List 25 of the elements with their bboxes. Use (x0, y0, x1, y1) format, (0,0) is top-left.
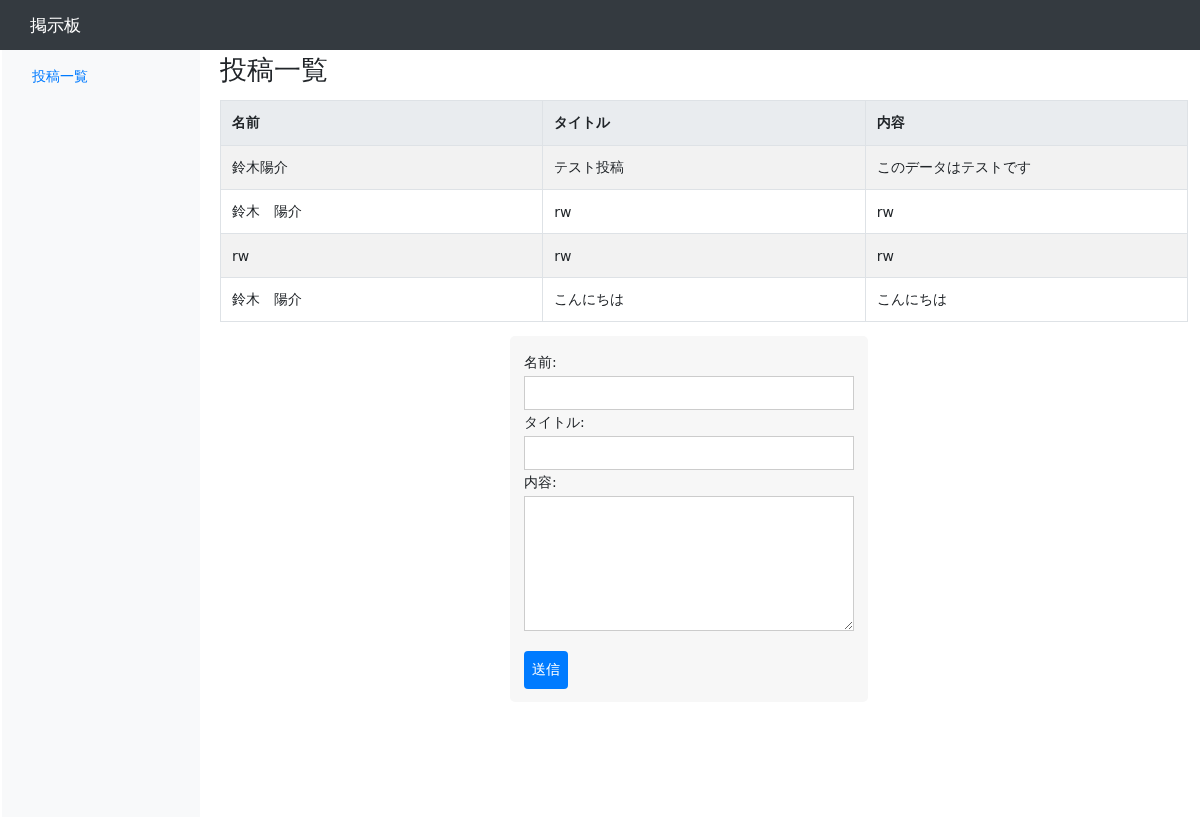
column-header: 名前 (220, 100, 543, 146)
field-label: 内容: (524, 473, 558, 492)
input-field[interactable] (524, 436, 854, 470)
table-cell: 鈴木陽介 (220, 145, 543, 190)
table-cell: rw (220, 233, 543, 278)
table-cell: 鈴木 陽介 (220, 277, 543, 322)
textarea-field[interactable] (524, 496, 854, 631)
input-field[interactable] (524, 376, 854, 410)
field-label: 名前: (524, 353, 558, 372)
table-cell: テスト投稿 (542, 145, 866, 190)
column-header: 内容 (865, 100, 1188, 146)
submit-button[interactable]: 送信 (524, 651, 568, 689)
table-cell: こんにちは (865, 277, 1188, 322)
table-cell: このデータはテストです (865, 145, 1188, 190)
table-cell: こんにちは (542, 277, 866, 322)
table-cell: rw (542, 233, 866, 278)
column-header: タイトル (542, 100, 866, 146)
sidebar-link[interactable]: 投稿一覧 (32, 68, 88, 84)
table-cell: rw (865, 233, 1188, 278)
table-cell: rw (542, 189, 866, 234)
table-cell: 鈴木 陽介 (220, 189, 543, 234)
table-cell: rw (865, 189, 1188, 234)
page-heading: 投稿一覧 (220, 53, 329, 87)
field-label: タイトル: (524, 413, 586, 432)
brand-title[interactable]: 掲示板 (30, 13, 81, 37)
